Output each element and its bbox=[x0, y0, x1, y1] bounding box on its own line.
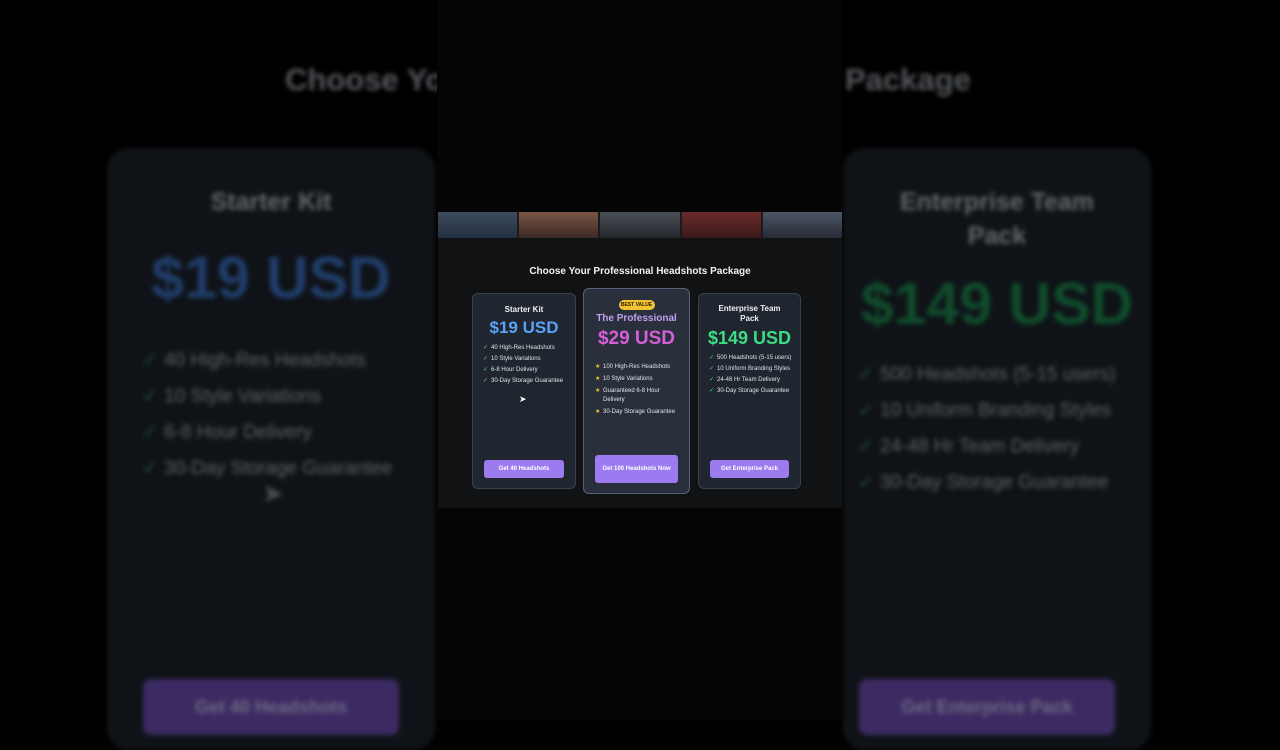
bg-get-enterprise-button: Get Enterprise Pack bbox=[859, 679, 1115, 735]
feature-item: ✓ 500 Headshots (5-15 users) bbox=[709, 355, 792, 361]
mouse-cursor-icon: ➤ bbox=[519, 394, 527, 404]
bg-feature-item: ✓ 40 High-Res Headshots bbox=[142, 347, 434, 375]
bg-title-left: Choose Yo bbox=[285, 62, 445, 97]
bg-feature-item: ✓ 24-48 Hr Team Delivery bbox=[858, 433, 1140, 461]
star-icon: ★ bbox=[595, 409, 601, 415]
headshot-photo bbox=[519, 212, 599, 238]
pricing-frame: Choose Your Professional Headshots Packa… bbox=[438, 212, 842, 508]
plan-card-starter: Starter Kit $19 USD ✓ 40 High-Res Headsho… bbox=[472, 293, 576, 489]
check-icon: ✓ bbox=[483, 356, 489, 362]
plan-name: Enterprise Team Pack bbox=[718, 304, 781, 323]
get-enterprise-pack-button[interactable]: Get Enterprise Pack bbox=[710, 460, 789, 478]
bg-feature-item: ✓ 500 Headshots (5-15 users) bbox=[858, 361, 1140, 389]
check-icon: ✓ bbox=[858, 472, 874, 493]
check-icon: ✓ bbox=[142, 386, 158, 407]
check-icon: ✓ bbox=[483, 378, 489, 384]
feature-list: ✓ 500 Headshots (5-15 users) ✓ 10 Uniform … bbox=[699, 354, 800, 396]
headshot-photo bbox=[600, 212, 680, 238]
bg-card-price: $19 USD bbox=[151, 245, 391, 311]
bg-feature-list: ✓ 500 Headshots (5-15 users) ✓ 10 Uniform … bbox=[844, 361, 1150, 497]
check-icon: ✓ bbox=[858, 400, 874, 421]
headshot-photo bbox=[762, 212, 842, 238]
star-icon: ★ bbox=[595, 376, 601, 382]
check-icon: ✓ bbox=[709, 377, 715, 383]
bg-cursor-icon: ➤ bbox=[262, 478, 284, 508]
get-100-headshots-button[interactable]: Get 100 Headshots Now bbox=[595, 455, 678, 483]
headshot-photo-strip bbox=[438, 212, 842, 238]
check-icon: ✓ bbox=[483, 345, 489, 351]
feature-item: ★ 30-Day Storage Guarantee bbox=[595, 409, 676, 415]
get-40-headshots-button[interactable]: Get 40 Headshots bbox=[484, 460, 564, 478]
feature-list: ★ 100 High-Res Headshots ★ 10 Style Variat… bbox=[584, 363, 689, 417]
bg-get-40-button: Get 40 Headshots bbox=[143, 679, 399, 735]
check-icon: ✓ bbox=[142, 350, 158, 371]
plan-card-enterprise: Enterprise Team Pack $149 USD ✓ 500 Heads… bbox=[698, 293, 801, 489]
plan-name: The Professional bbox=[596, 313, 677, 324]
bg-feature-item: ✓ 10 Uniform Branding Styles bbox=[858, 397, 1140, 425]
feature-item: ★ 100 High-Res Headshots bbox=[595, 364, 671, 370]
bg-card-name: Starter Kit bbox=[210, 188, 332, 216]
plan-card-professional: BEST VALUE The Professional $29 USD ★ 100… bbox=[583, 288, 690, 494]
headshot-photo bbox=[438, 212, 518, 238]
bg-feature-item: ✓ 10 Style Variations bbox=[142, 383, 434, 411]
plan-price: $19 USD bbox=[489, 318, 559, 337]
headshot-photo bbox=[681, 212, 761, 238]
bg-feature-item: ✓ 30-Day Storage Guarantee bbox=[858, 469, 1140, 497]
feature-item: ✓ 10 Uniform Branding Styles bbox=[709, 366, 791, 372]
bg-title-right: Package bbox=[845, 62, 971, 97]
bg-card-enterprise: Enterprise Team Pack $149 USD ✓ 500 Heads… bbox=[843, 148, 1151, 750]
feature-item: ✓ 24-48 Hr Team Delivery bbox=[709, 377, 780, 383]
bg-card-price: $149 USD bbox=[860, 271, 1134, 337]
check-icon: ✓ bbox=[142, 458, 158, 479]
page-title: Choose Your Professional Headshots Packa… bbox=[529, 266, 751, 277]
feature-item: ✓ 30-Day Storage Guarantee bbox=[709, 388, 790, 394]
bg-card-name: Enterprise Team Pack bbox=[899, 188, 1095, 250]
feature-item: ✓ 6-8 Hour Delivery bbox=[483, 367, 538, 373]
feature-list: ✓ 40 High-Res Headshots ✓ 10 Style Variati… bbox=[473, 344, 575, 386]
bg-feature-list: ✓ 40 High-Res Headshots ✓ 10 Style Variati… bbox=[108, 347, 434, 483]
check-icon: ✓ bbox=[483, 367, 489, 373]
star-icon: ★ bbox=[595, 388, 601, 394]
best-value-badge: BEST VALUE bbox=[618, 300, 655, 310]
check-icon: ✓ bbox=[709, 366, 715, 372]
check-icon: ✓ bbox=[142, 422, 158, 443]
bg-feature-item: ✓ 30-Day Storage Guarantee bbox=[142, 455, 434, 483]
feature-item: ✓ 30-Day Storage Guarantee bbox=[483, 378, 564, 384]
check-icon: ✓ bbox=[858, 436, 874, 457]
star-icon: ★ bbox=[595, 364, 601, 370]
bg-feature-item: ✓ 6-8 Hour Delivery bbox=[142, 419, 434, 447]
check-icon: ✓ bbox=[858, 364, 874, 385]
plan-name: Starter Kit bbox=[504, 305, 544, 314]
plan-price: $29 USD bbox=[597, 328, 676, 349]
feature-item: ✓ 40 High-Res Headshots bbox=[483, 345, 555, 351]
check-icon: ✓ bbox=[709, 355, 715, 361]
feature-item: ★ 10 Style Variations bbox=[595, 376, 653, 382]
bg-card-starter: Starter Kit $19 USD ✓ 40 High-Res Headsho… bbox=[107, 148, 435, 750]
plan-price: $149 USD bbox=[707, 328, 792, 348]
check-icon: ✓ bbox=[709, 388, 715, 394]
feature-item: ★ Guaranteed 6-8 Hour Delivery bbox=[595, 388, 660, 403]
feature-item: ✓ 10 Style Variations bbox=[483, 356, 541, 362]
